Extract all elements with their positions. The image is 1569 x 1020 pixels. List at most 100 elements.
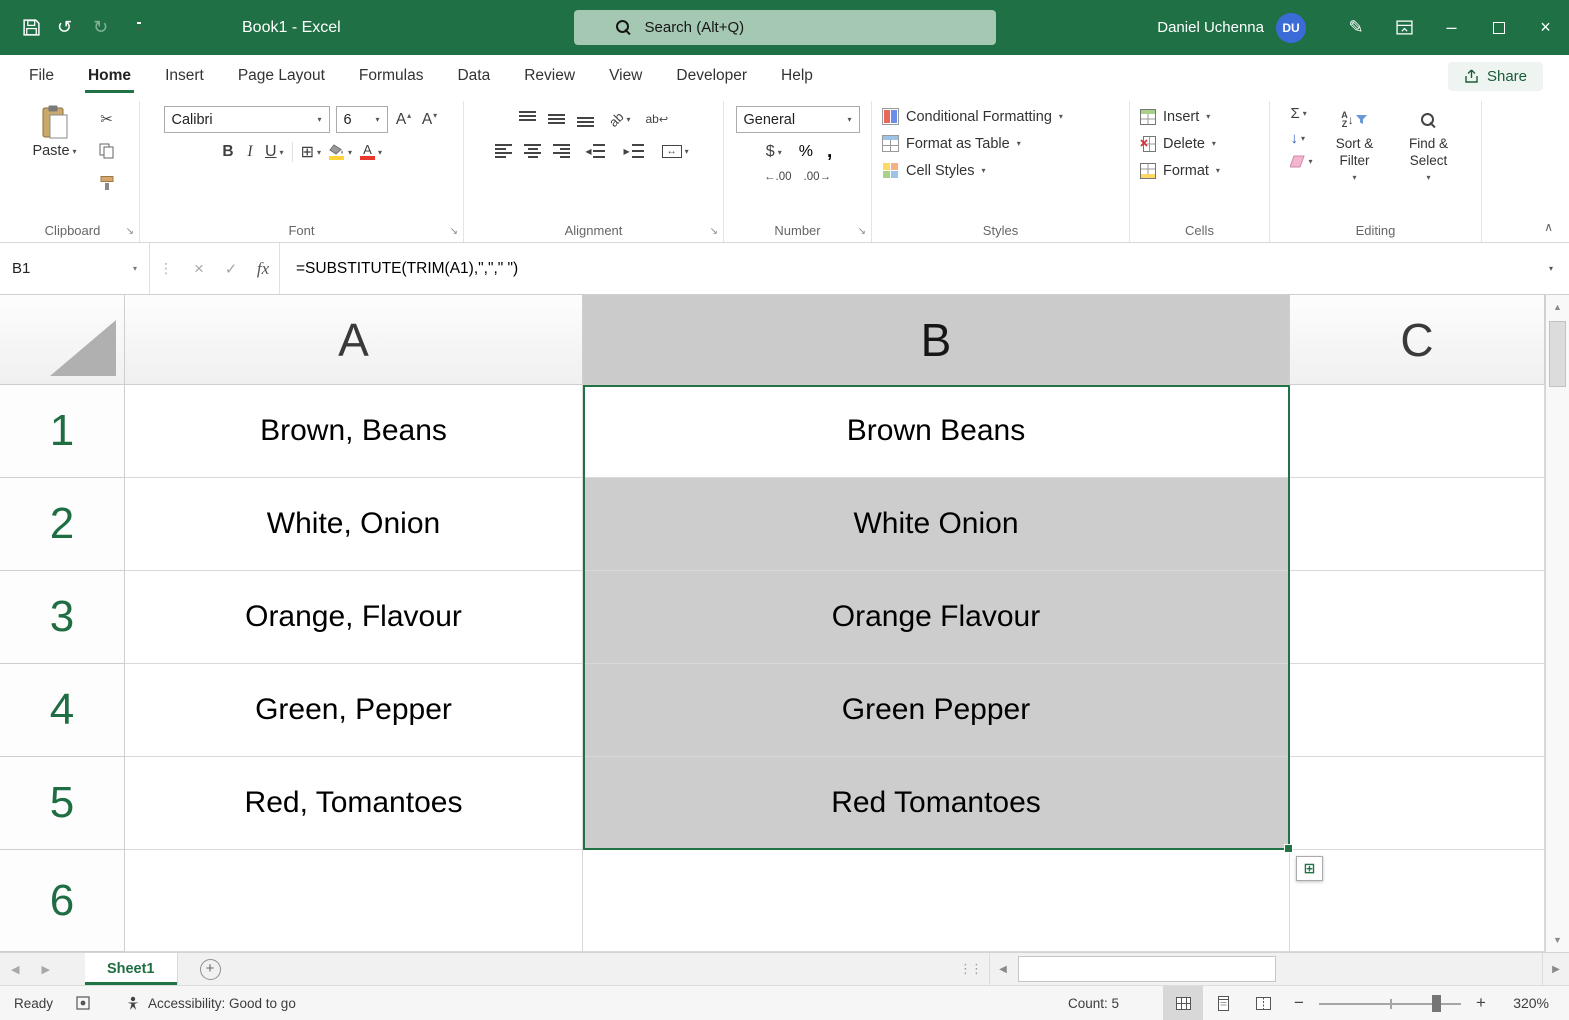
- undo-dropdown-icon[interactable]: [73, 23, 77, 32]
- align-right-button[interactable]: [553, 144, 570, 158]
- number-dialog-launcher[interactable]: [858, 226, 866, 237]
- horizontal-scroll-track[interactable]: [1016, 953, 1542, 985]
- font-color-button[interactable]: A: [357, 139, 385, 165]
- avatar[interactable]: DU: [1276, 13, 1306, 43]
- scroll-down-button[interactable]: [1546, 928, 1569, 952]
- cell-c2[interactable]: [1290, 478, 1545, 571]
- clear-button[interactable]: [1290, 155, 1312, 168]
- cancel-button[interactable]: [183, 243, 215, 294]
- tab-review[interactable]: Review: [507, 55, 592, 97]
- italic-button[interactable]: I: [240, 140, 260, 164]
- alignment-dialog-launcher[interactable]: [710, 226, 718, 237]
- insert-function-button[interactable]: fx: [247, 243, 279, 294]
- macro-record-button[interactable]: [66, 996, 100, 1010]
- cell-c4[interactable]: [1290, 664, 1545, 757]
- tab-file[interactable]: File: [12, 55, 71, 97]
- align-top-button[interactable]: [519, 111, 536, 127]
- minimize-button[interactable]: –: [1428, 0, 1475, 55]
- row-header-2[interactable]: 2: [0, 478, 125, 571]
- tab-view[interactable]: View: [592, 55, 659, 97]
- cell-c6[interactable]: [1290, 850, 1545, 952]
- tab-page-layout[interactable]: Page Layout: [221, 55, 342, 97]
- vertical-scroll-thumb[interactable]: [1549, 321, 1566, 387]
- comma-style-button[interactable]: ,: [827, 141, 832, 163]
- decrease-indent-button[interactable]: [582, 138, 608, 164]
- cell-b5[interactable]: Red Tomantoes: [583, 757, 1290, 850]
- hscroll-left-button[interactable]: [989, 953, 1016, 985]
- cell-b2[interactable]: White Onion: [583, 478, 1290, 571]
- align-middle-button[interactable]: [548, 111, 565, 127]
- insert-cells-button[interactable]: Insert: [1136, 103, 1210, 130]
- share-button[interactable]: Share: [1448, 62, 1543, 91]
- fill-color-button[interactable]: [326, 139, 355, 165]
- orientation-button[interactable]: ab: [606, 106, 633, 132]
- user-name[interactable]: Daniel Uchenna: [1157, 19, 1264, 36]
- accounting-format-button[interactable]: $: [763, 139, 785, 165]
- count-indicator[interactable]: Count: 5: [1068, 996, 1119, 1011]
- cell-a1[interactable]: Brown, Beans: [125, 385, 583, 478]
- decrease-decimal-button[interactable]: .00→: [804, 171, 832, 183]
- font-size-select[interactable]: 6: [336, 106, 388, 133]
- name-box[interactable]: B1: [0, 243, 150, 294]
- view-normal-button[interactable]: [1163, 986, 1203, 1020]
- zoom-out-button[interactable]: [1283, 993, 1315, 1013]
- tab-formulas[interactable]: Formulas: [342, 55, 441, 97]
- clipboard-dialog-launcher[interactable]: [126, 226, 134, 237]
- copy-button[interactable]: [95, 140, 119, 162]
- autosum-button[interactable]: Σ: [1290, 105, 1312, 122]
- tab-help[interactable]: Help: [764, 55, 830, 97]
- tab-developer[interactable]: Developer: [659, 55, 764, 97]
- zoom-in-button[interactable]: [1465, 993, 1497, 1013]
- accessibility-status[interactable]: Accessibility: Good to go: [126, 996, 296, 1011]
- borders-button[interactable]: ⊞: [298, 139, 324, 165]
- zoom-level[interactable]: 320%: [1497, 995, 1569, 1011]
- paste-button[interactable]: Paste: [27, 105, 83, 194]
- zoom-slider[interactable]: [1315, 986, 1465, 1020]
- save-button[interactable]: [16, 11, 46, 45]
- tab-home[interactable]: Home: [71, 55, 148, 97]
- percent-style-button[interactable]: %: [799, 143, 813, 161]
- fill-button[interactable]: [1290, 130, 1312, 147]
- format-cells-button[interactable]: Format: [1136, 157, 1220, 184]
- cell-b1[interactable]: Brown Beans: [583, 385, 1290, 478]
- sheet-nav-right-button[interactable]: [30, 963, 60, 976]
- search-box[interactable]: Search (Alt+Q): [574, 10, 996, 45]
- row-header-4[interactable]: 4: [0, 664, 125, 757]
- column-header-a[interactable]: A: [125, 295, 583, 385]
- vertical-scroll-track[interactable]: [1546, 387, 1569, 928]
- number-format-select[interactable]: General: [736, 106, 860, 133]
- cell-c1[interactable]: [1290, 385, 1545, 478]
- align-center-button[interactable]: [524, 144, 541, 158]
- tab-insert[interactable]: Insert: [148, 55, 221, 97]
- horizontal-scroll-thumb[interactable]: [1018, 956, 1276, 982]
- redo-button[interactable]: ↻: [88, 11, 118, 45]
- align-left-button[interactable]: [495, 144, 512, 158]
- fill-handle[interactable]: [1284, 844, 1293, 853]
- vertical-scrollbar[interactable]: [1545, 295, 1569, 952]
- new-sheet-button[interactable]: [200, 959, 221, 980]
- delete-cells-button[interactable]: Delete: [1136, 130, 1216, 157]
- formula-bar-drag-handle[interactable]: [150, 260, 183, 277]
- underline-button[interactable]: U: [262, 139, 287, 165]
- format-painter-button[interactable]: [95, 172, 119, 194]
- merge-center-button[interactable]: [659, 138, 692, 164]
- cell-a5[interactable]: Red, Tomantoes: [125, 757, 583, 850]
- wrap-text-button[interactable]: ab: [645, 112, 668, 126]
- cell-b4[interactable]: Green Pepper: [583, 664, 1290, 757]
- maximize-button[interactable]: [1475, 0, 1522, 55]
- view-page-break-button[interactable]: [1243, 986, 1283, 1020]
- cell-c5[interactable]: [1290, 757, 1545, 850]
- tab-sheet1[interactable]: Sheet1: [85, 953, 178, 985]
- formula-input[interactable]: =SUBSTITUTE(TRIM(A1),","," "): [279, 243, 1533, 294]
- column-header-b[interactable]: B: [583, 295, 1290, 385]
- font-dialog-launcher[interactable]: [450, 226, 458, 237]
- cell-b6[interactable]: [583, 850, 1290, 952]
- cell-styles-button[interactable]: Cell Styles: [878, 157, 986, 184]
- increase-indent-button[interactable]: [620, 138, 646, 164]
- column-header-c[interactable]: C: [1290, 295, 1545, 385]
- pen-button[interactable]: ✎: [1332, 0, 1380, 55]
- customize-quick-access-button[interactable]: [124, 11, 154, 45]
- formula-bar-expand-button[interactable]: [1533, 243, 1569, 294]
- ribbon-display-options-button[interactable]: [1380, 0, 1428, 55]
- row-header-3[interactable]: 3: [0, 571, 125, 664]
